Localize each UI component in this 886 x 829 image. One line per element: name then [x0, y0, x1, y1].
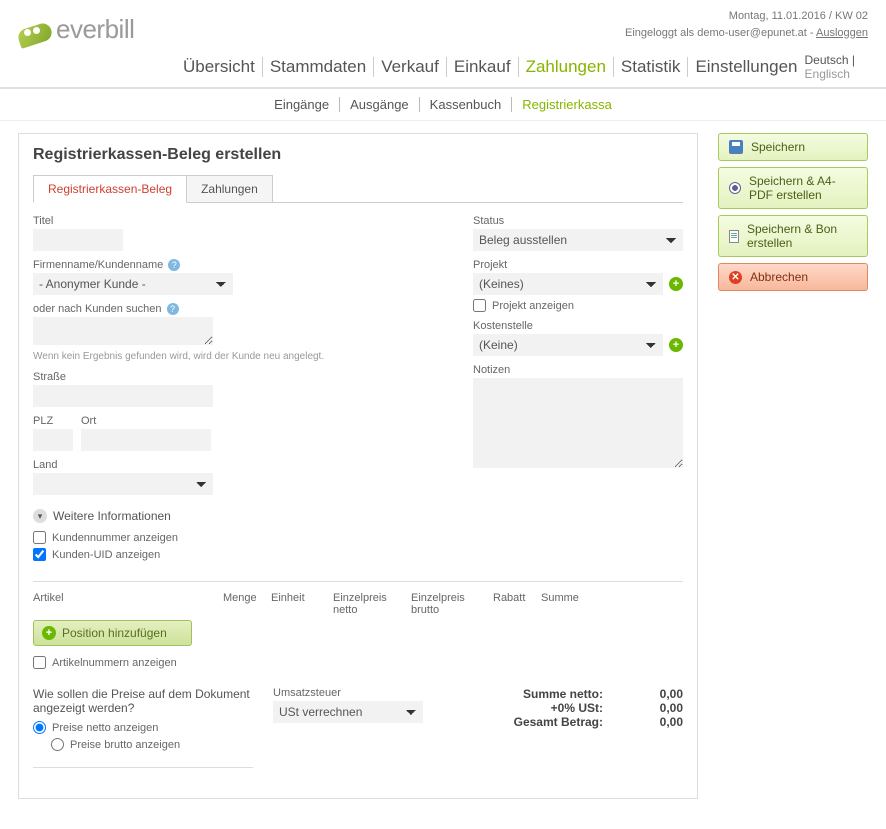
header-meta: Montag, 11.01.2016 / KW 02 Eingeloggt al…: [625, 8, 868, 41]
nav-statistik[interactable]: Statistik: [614, 57, 689, 77]
plus-icon: +: [42, 626, 56, 640]
col-summe: Summe: [541, 592, 601, 616]
left-column: Titel Firmenname/Kundenname ? - Anonymer…: [33, 215, 433, 565]
nav-zahlungen[interactable]: Zahlungen: [519, 57, 614, 77]
nav-einkauf[interactable]: Einkauf: [447, 57, 519, 77]
subnav-eingaenge[interactable]: Eingänge: [264, 97, 340, 112]
date-line: Montag, 11.01.2016 / KW 02: [625, 8, 868, 25]
customer-search-input[interactable]: [33, 317, 213, 345]
form-card: Registrierkassen-Beleg erstellen Registr…: [18, 133, 698, 799]
save-icon: [729, 140, 743, 154]
kosten-label: Kostenstelle: [473, 320, 683, 332]
land-label: Land: [33, 459, 433, 471]
save-bon-button[interactable]: Speichern & Bon erstellen: [718, 215, 868, 257]
chk-projekt-anzeigen[interactable]: Projekt anzeigen: [473, 299, 683, 312]
plz-input[interactable]: [33, 429, 73, 451]
status-select[interactable]: Beleg ausstellen: [473, 229, 683, 251]
ort-input[interactable]: [81, 429, 211, 451]
tax-select[interactable]: USt verrechnen: [273, 701, 423, 723]
gesamt-label: Gesamt Betrag:: [453, 715, 603, 729]
firm-select[interactable]: - Anonymer Kunde -: [33, 273, 233, 295]
subnav-ausgaenge[interactable]: Ausgänge: [340, 97, 420, 112]
help-icon[interactable]: ?: [168, 259, 180, 271]
search-label: oder nach Kunden suchen ?: [33, 303, 433, 315]
ust-value: 0,00: [633, 701, 683, 715]
page-title: Registrierkassen-Beleg erstellen: [19, 134, 697, 174]
col-einheit: Einheit: [271, 592, 319, 616]
ust-label: +0% USt:: [453, 701, 603, 715]
nav-verkauf[interactable]: Verkauf: [374, 57, 447, 77]
document-icon: [729, 230, 739, 243]
right-column: Status Beleg ausstellen Projekt (Keines)…: [473, 215, 683, 565]
notizen-label: Notizen: [473, 364, 683, 376]
chk-kundennummer[interactable]: Kundennummer anzeigen: [33, 531, 433, 544]
tax-label: Umsatzsteuer: [273, 687, 433, 699]
chevron-down-icon: ▾: [33, 509, 47, 523]
logo-icon: [18, 16, 52, 44]
land-select[interactable]: [33, 473, 213, 495]
gesamt-value: 0,00: [633, 715, 683, 729]
street-input[interactable]: [33, 385, 213, 407]
nav-einstellungen[interactable]: Einstellungen: [688, 57, 804, 77]
status-label: Status: [473, 215, 683, 227]
projekt-label: Projekt: [473, 259, 683, 271]
tab-zahlungen[interactable]: Zahlungen: [187, 175, 273, 203]
lang-en[interactable]: Englisch: [805, 67, 850, 81]
add-kostenstelle-icon[interactable]: +: [669, 338, 683, 352]
add-projekt-icon[interactable]: +: [669, 277, 683, 291]
nav-stammdaten[interactable]: Stammdaten: [263, 57, 374, 77]
article-header-row: Artikel Menge Einheit Einzelpreis netto …: [33, 592, 683, 616]
cancel-button[interactable]: ✕ Abbrechen: [718, 263, 868, 291]
tab-beleg[interactable]: Registrierkassen-Beleg: [33, 175, 187, 203]
netto-value: 0,00: [633, 687, 683, 701]
notizen-textarea[interactable]: [473, 378, 683, 468]
totals-block: Summe netto: 0,00 +0% USt: 0,00 Gesamt B…: [453, 687, 683, 778]
subnav-kassenbuch[interactable]: Kassenbuch: [420, 97, 513, 112]
plz-label: PLZ: [33, 415, 73, 427]
nav-uebersicht[interactable]: Übersicht: [176, 57, 263, 77]
projekt-select[interactable]: (Keines): [473, 273, 663, 295]
col-rabatt: Rabatt: [493, 592, 541, 616]
subnav-registrierkassa[interactable]: Registrierkassa: [512, 97, 622, 112]
radio-brutto[interactable]: Preise brutto anzeigen: [51, 738, 253, 751]
col-artikel: Artikel: [33, 592, 223, 616]
street-label: Straße: [33, 371, 433, 383]
chk-kunden-uid[interactable]: Kunden-UID anzeigen: [33, 548, 433, 561]
col-ep-netto: Einzelpreis netto: [333, 592, 411, 616]
logo[interactable]: everbill: [18, 14, 134, 45]
app-header: everbill Montag, 11.01.2016 / KW 02 Eing…: [0, 0, 886, 45]
language-switch: Deutsch | Englisch: [805, 53, 868, 81]
eye-icon: [729, 182, 741, 194]
ort-label: Ort: [81, 415, 211, 427]
save-button[interactable]: Speichern: [718, 133, 868, 161]
search-note: Wenn kein Ergebnis gefunden wird, wird d…: [33, 350, 433, 363]
titel-label: Titel: [33, 215, 433, 227]
kostenstelle-select[interactable]: (Keine): [473, 334, 663, 356]
form-tabs: Registrierkassen-Beleg Zahlungen: [33, 174, 683, 202]
chk-artikelnummern[interactable]: Artikelnummern anzeigen: [33, 656, 683, 669]
lang-de[interactable]: Deutsch: [805, 53, 849, 67]
main-nav: Übersicht Stammdaten Verkauf Einkauf Zah…: [0, 47, 886, 89]
col-ep-brutto: Einzelpreis brutto: [411, 592, 493, 616]
netto-label: Summe netto:: [453, 687, 603, 701]
more-info-toggle[interactable]: ▾ Weitere Informationen: [33, 509, 433, 523]
titel-input[interactable]: [33, 229, 123, 251]
action-sidebar: Speichern Speichern & A4-PDF erstellen S…: [718, 133, 868, 291]
col-menge: Menge: [223, 592, 271, 616]
logout-link[interactable]: Ausloggen: [816, 27, 868, 39]
add-position-button[interactable]: + Position hinzufügen: [33, 620, 192, 646]
sub-nav: Eingänge Ausgänge Kassenbuch Registrierk…: [0, 89, 886, 121]
cancel-icon: ✕: [729, 271, 742, 284]
firm-label: Firmenname/Kundenname ?: [33, 259, 433, 271]
help-icon[interactable]: ?: [167, 303, 179, 315]
price-question: Wie sollen die Preise auf dem Dokument a…: [33, 687, 253, 715]
brand-name: everbill: [56, 14, 134, 45]
save-pdf-button[interactable]: Speichern & A4-PDF erstellen: [718, 167, 868, 209]
price-display-group: Wie sollen die Preise auf dem Dokument a…: [33, 687, 253, 778]
radio-netto[interactable]: Preise netto anzeigen: [33, 721, 253, 734]
login-prefix: Eingeloggt als: [625, 27, 697, 39]
login-user: demo-user@epunet.at: [697, 27, 807, 39]
